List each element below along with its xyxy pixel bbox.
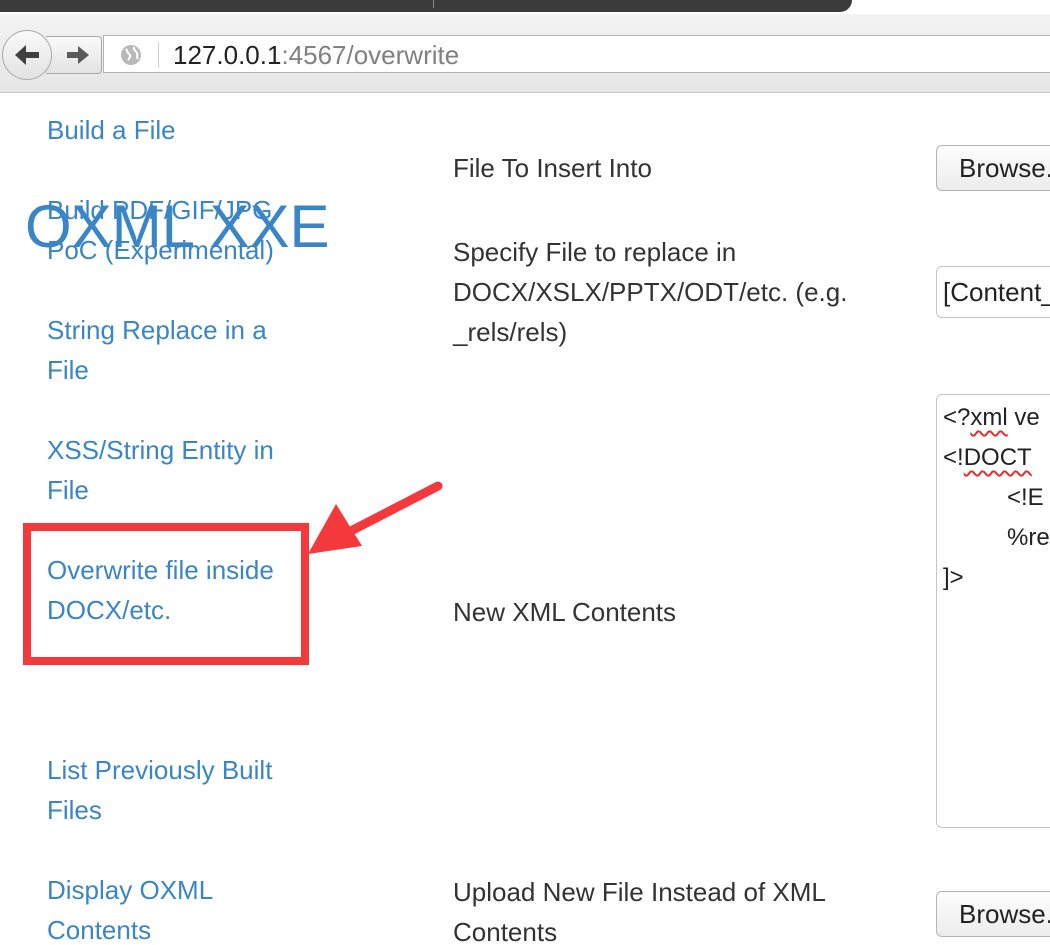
upload-file-label: Upload New File Instead of XML Contents — [453, 877, 825, 945]
tab-separator — [433, 0, 434, 8]
specify-file-label: Specify File to replace in DOCX/XSLX/PPT… — [453, 237, 848, 347]
back-button[interactable] — [2, 30, 52, 80]
browser-navbar: 127.0.0.1:4567/overwrite — [0, 14, 1050, 93]
xml-text: <? — [943, 404, 971, 431]
xml-line: %re — [1007, 524, 1050, 551]
url-separator — [158, 42, 159, 68]
sidebar-item-list-built-files[interactable]: List Previously Built Files — [47, 750, 307, 830]
screenshot-root: 127.0.0.1:4567/overwrite Build a File Bu… — [0, 0, 1050, 945]
sidebar-item-string-replace[interactable]: String Replace in a File — [47, 310, 307, 390]
sidebar-item-build-a-file[interactable]: Build a File — [47, 110, 307, 150]
left-arrow-icon — [15, 45, 39, 65]
url-path: :4567/overwrite — [281, 40, 460, 70]
xml-line: <?xml ve — [943, 403, 1040, 433]
xml-line: <!E — [1007, 484, 1044, 511]
new-xml-textarea[interactable]: <?xml ve <!DOCT <!E %re ]> — [936, 394, 1050, 828]
specify-file-input[interactable]: [Content_Types].xml — [936, 266, 1050, 318]
browser-tabstrip — [0, 0, 1050, 14]
file-to-insert-label: File To Insert Into — [453, 153, 652, 183]
upload-file-browse-button[interactable]: Browse... — [936, 891, 1050, 937]
new-xml-label: New XML Contents — [453, 597, 677, 627]
url-bar[interactable]: 127.0.0.1:4567/overwrite — [103, 35, 1050, 73]
sidebar-item-xss-string-entity[interactable]: XSS/String Entity in File — [47, 430, 307, 510]
page-title: OXML XXE — [25, 193, 330, 260]
xml-line: ]> — [943, 564, 964, 591]
url-text[interactable]: 127.0.0.1:4567/overwrite — [173, 40, 459, 70]
globe-icon — [121, 45, 141, 65]
highlight-box — [23, 523, 309, 665]
right-arrow-icon — [66, 46, 89, 64]
xml-text: ve — [1007, 404, 1040, 431]
xml-line: <!DOCT — [943, 443, 1032, 473]
active-tab-bar[interactable] — [0, 0, 852, 12]
file-to-insert-browse-button[interactable]: Browse... — [936, 145, 1050, 191]
spellcheck-word: DOCT — [963, 444, 1032, 471]
spellcheck-word: xml — [970, 404, 1008, 431]
navigation-buttons — [2, 30, 102, 80]
xml-text: <! — [943, 444, 964, 471]
sidebar-item-display-oxml[interactable]: Display OXML Contents — [47, 870, 307, 945]
annotation-arrow-icon — [308, 481, 443, 554]
url-host: 127.0.0.1 — [173, 40, 282, 70]
forward-button[interactable] — [46, 36, 102, 74]
